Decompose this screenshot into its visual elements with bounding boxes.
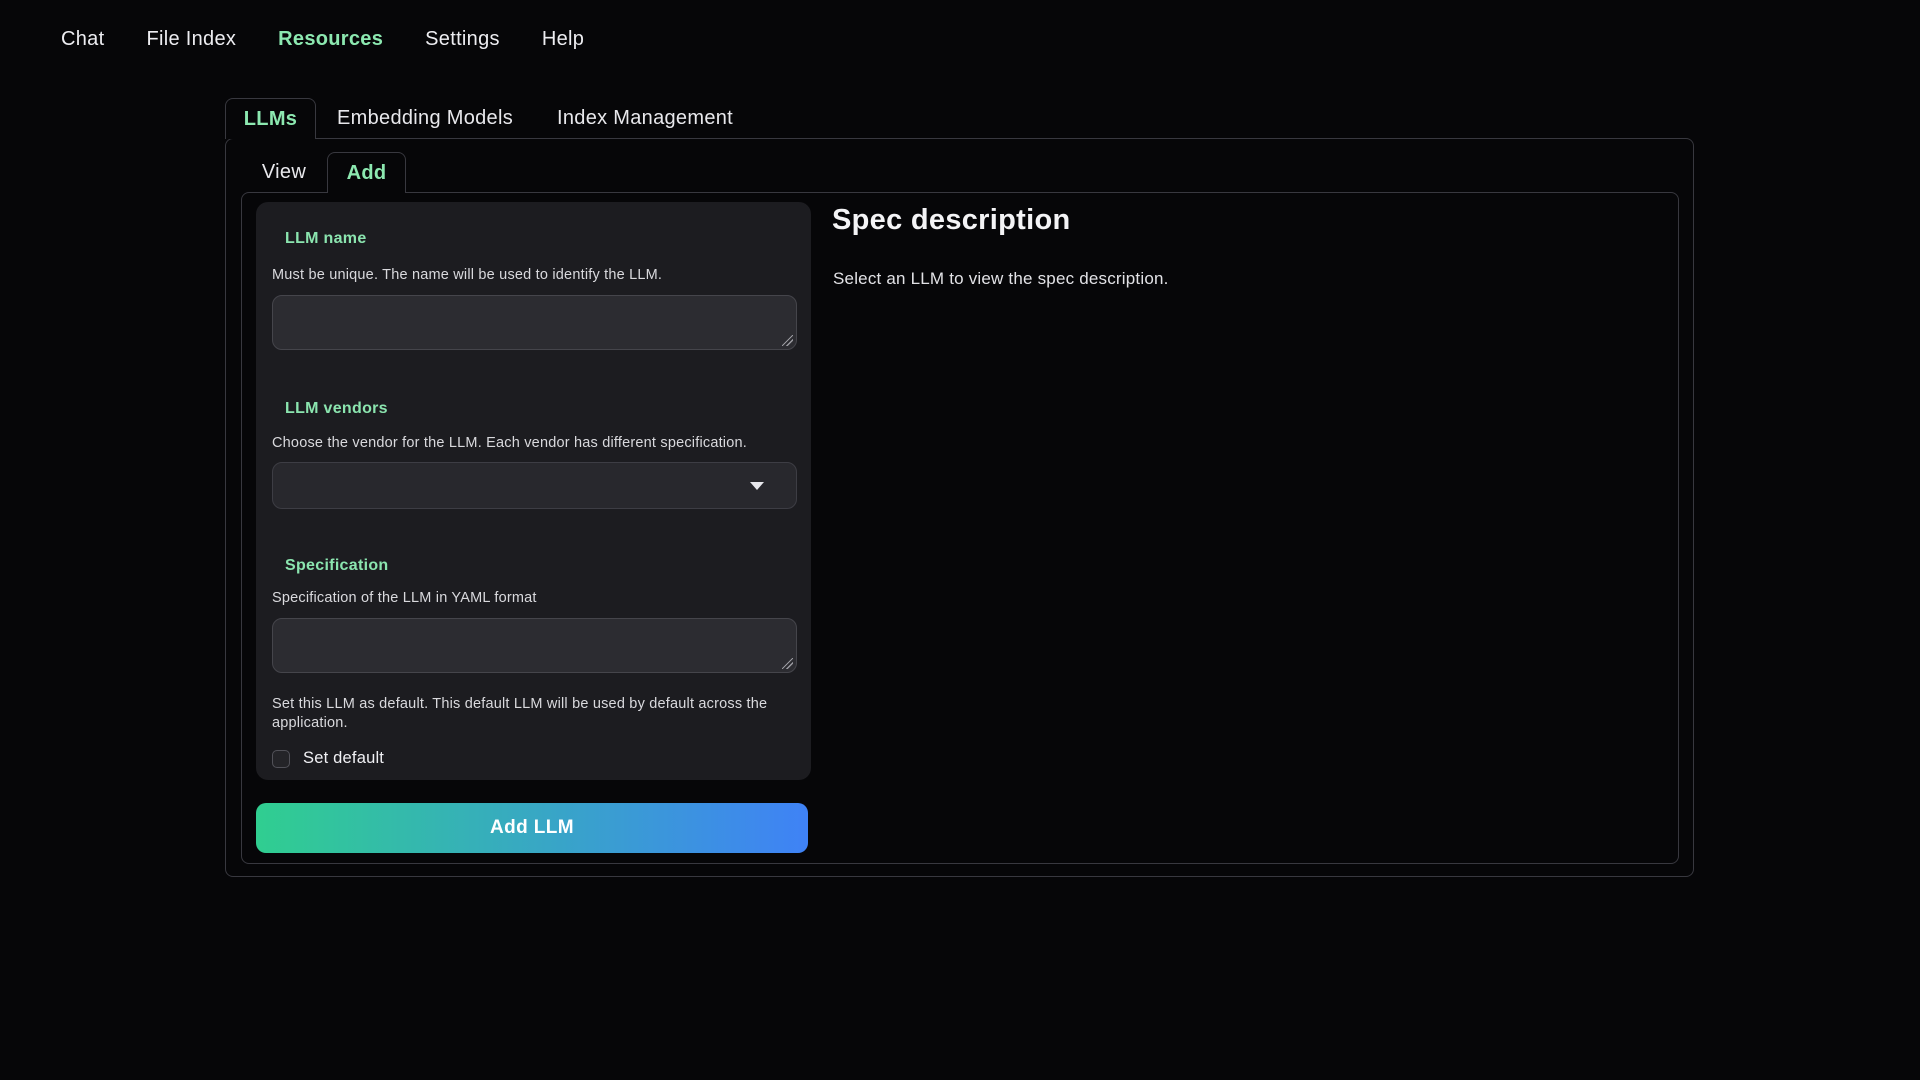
resize-handle-icon[interactable] xyxy=(782,658,793,669)
nav-item-settings[interactable]: Settings xyxy=(425,28,500,51)
nav-item-help[interactable]: Help xyxy=(542,28,584,51)
specification-info: Specification of the LLM in YAML format xyxy=(272,589,797,608)
llm-vendors-dropdown[interactable] xyxy=(272,462,797,509)
set-default-label: Set default xyxy=(303,749,384,768)
resize-handle-icon[interactable] xyxy=(782,335,793,346)
set-default-checkbox[interactable] xyxy=(272,750,290,768)
llm-name-info: Must be unique. The name will be used to… xyxy=(272,266,797,285)
add-llm-button[interactable]: Add LLM xyxy=(256,803,808,853)
nav-item-resources[interactable]: Resources xyxy=(278,28,383,51)
tab-index-management[interactable]: Index Management xyxy=(557,98,733,139)
subtab-add[interactable]: Add xyxy=(327,152,406,193)
llm-vendors-label: LLM vendors xyxy=(285,398,797,420)
set-default-info: Set this LLM as default. This default LL… xyxy=(272,695,797,733)
spec-description-title: Spec description xyxy=(832,204,1070,237)
nav-item-chat[interactable]: Chat xyxy=(61,28,104,51)
specification-input[interactable] xyxy=(272,618,797,673)
llm-name-input[interactable] xyxy=(272,295,797,350)
tab-embedding-models[interactable]: Embedding Models xyxy=(337,98,513,139)
add-llm-form: LLM name Must be unique. The name will b… xyxy=(256,202,811,780)
nav-item-file-index[interactable]: File Index xyxy=(146,28,236,51)
top-navigation: Chat File Index Resources Settings Help xyxy=(61,28,584,51)
specification-label: Specification xyxy=(285,555,797,577)
chevron-down-icon xyxy=(750,482,764,490)
spec-description-empty-message: Select an LLM to view the spec descripti… xyxy=(833,269,1169,289)
set-default-row: Set default xyxy=(272,749,797,768)
llm-vendors-info: Choose the vendor for the LLM. Each vend… xyxy=(272,434,797,453)
llm-name-label: LLM name xyxy=(285,228,797,250)
tab-llms[interactable]: LLMs xyxy=(225,98,316,139)
subtab-view[interactable]: View xyxy=(249,152,319,193)
